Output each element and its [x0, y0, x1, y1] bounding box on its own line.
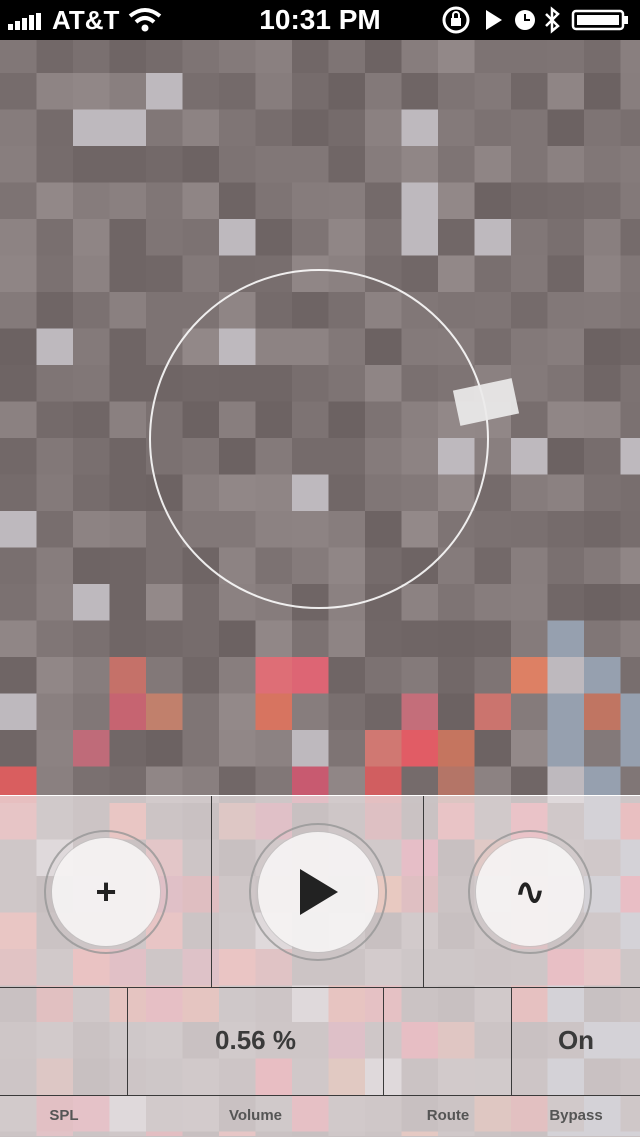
bluetooth-icon: [546, 9, 558, 31]
play-button[interactable]: [249, 823, 387, 961]
battery-icon: [573, 11, 628, 29]
play-status-icon: [486, 10, 502, 30]
alarm-clock-icon: [515, 10, 535, 30]
divider: [423, 796, 424, 988]
divider: [383, 988, 384, 1095]
divider: [0, 987, 640, 988]
status-icons: [442, 6, 632, 34]
divider: [0, 1095, 640, 1096]
rotation-lock-icon: [444, 8, 468, 32]
sine-wave-icon: ∿: [515, 871, 545, 913]
bypass-value[interactable]: On: [512, 1025, 640, 1056]
status-bar: AT&T 10:31 PM: [0, 0, 640, 40]
filter-button[interactable]: ∿: [468, 830, 592, 954]
add-button[interactable]: +: [44, 830, 168, 954]
level-dial[interactable]: [149, 269, 489, 609]
volume-label: Volume: [128, 1107, 383, 1124]
play-icon: [296, 867, 340, 917]
bypass-label: Bypass: [512, 1107, 640, 1124]
divider: [211, 796, 212, 988]
route-label: Route: [384, 1107, 512, 1124]
plus-icon: +: [95, 871, 116, 913]
spl-label: SPL: [0, 1107, 128, 1124]
volume-value[interactable]: 0.56 %: [128, 1025, 383, 1056]
